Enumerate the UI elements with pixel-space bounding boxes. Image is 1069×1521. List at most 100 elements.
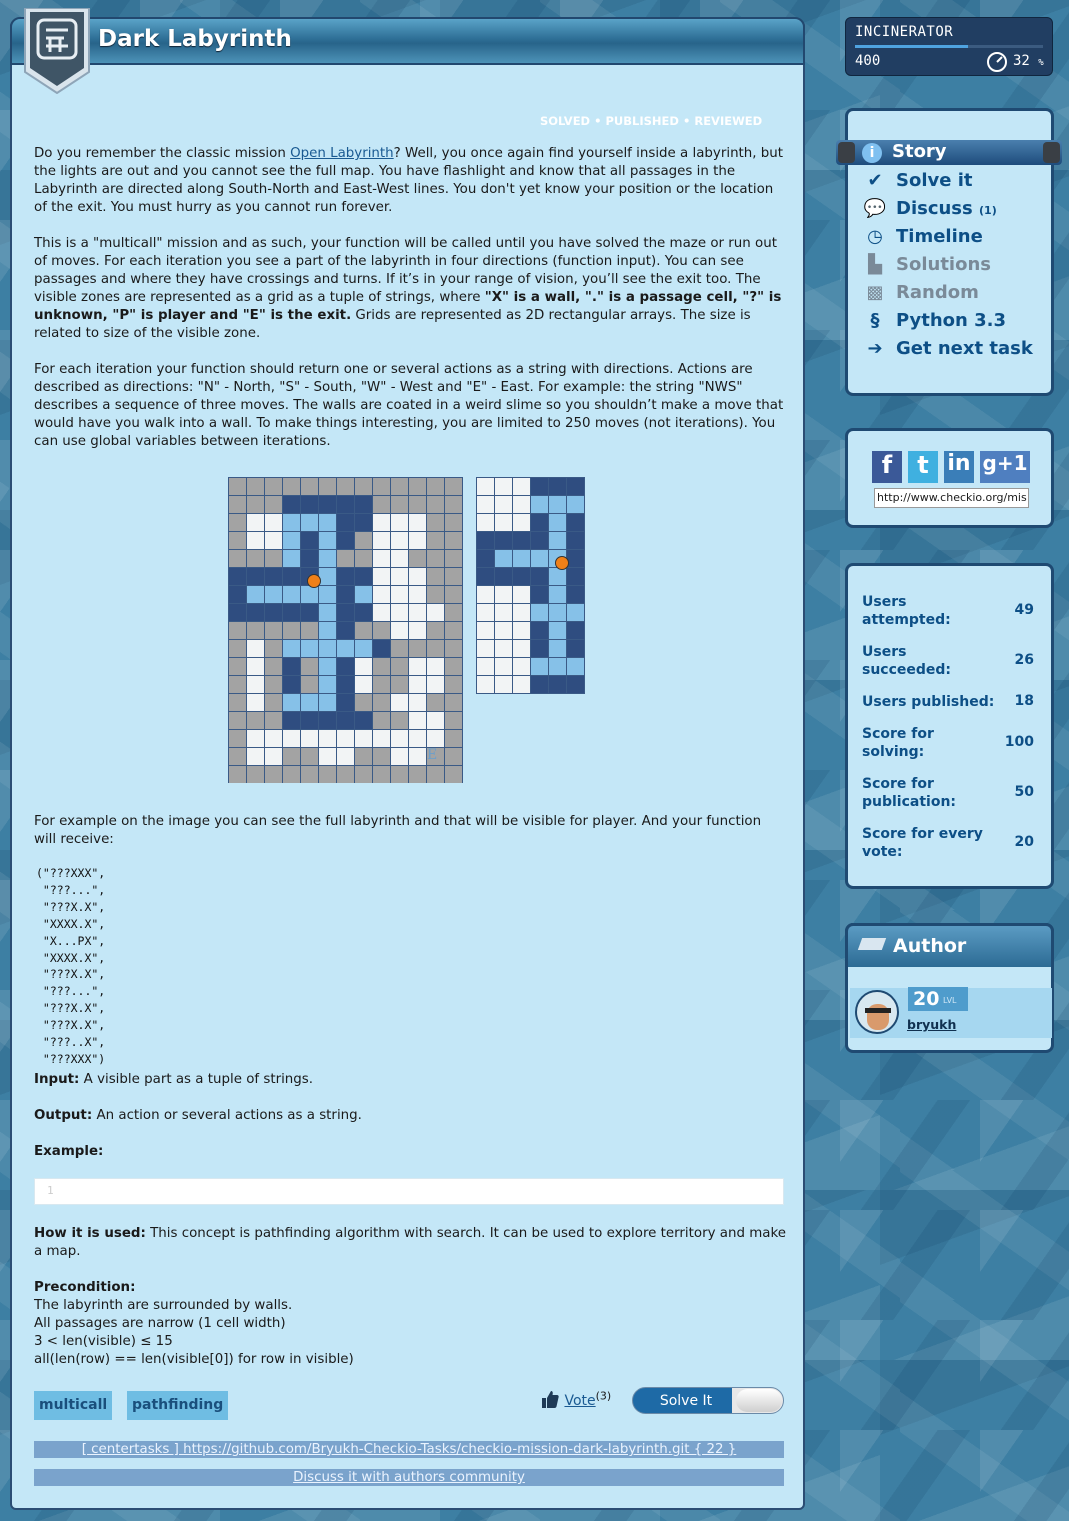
maze-cell bbox=[390, 603, 409, 622]
maze-cell bbox=[444, 657, 463, 676]
author-header: Author bbox=[845, 923, 1054, 967]
maze-cell bbox=[494, 621, 513, 640]
status-published: PUBLISHED bbox=[605, 114, 679, 128]
maze-cell bbox=[246, 675, 265, 694]
tag-multicall[interactable]: multicall bbox=[34, 1391, 113, 1420]
maze-cell bbox=[282, 729, 301, 748]
menu-item-solve-it[interactable]: ✔ Solve it bbox=[862, 170, 972, 191]
maze-cell bbox=[566, 531, 585, 550]
maze-cell bbox=[264, 603, 283, 622]
discuss-bar[interactable]: Discuss it with authors community bbox=[34, 1469, 784, 1486]
maze-cell bbox=[354, 513, 373, 532]
maze-cell bbox=[318, 621, 337, 640]
example-heading: Example: bbox=[34, 1144, 104, 1159]
maze-cell bbox=[372, 567, 391, 586]
maze-cell bbox=[408, 549, 427, 568]
repo-link-bar[interactable]: [ centertasks ] https://github.com/Bryuk… bbox=[34, 1441, 784, 1458]
menu-item-story[interactable]: i Story bbox=[862, 141, 947, 163]
maze-cell bbox=[300, 513, 319, 532]
maze-cell bbox=[282, 513, 301, 532]
maze-cell bbox=[336, 729, 355, 748]
maze-cell bbox=[530, 549, 549, 568]
menu-item-random[interactable]: ▩ Random bbox=[862, 282, 978, 303]
maze-cell bbox=[354, 639, 373, 658]
station-score: 400 bbox=[855, 53, 881, 69]
station-widget[interactable]: INCINERATOR 400 32 % bbox=[845, 17, 1053, 76]
maze-cell bbox=[426, 621, 445, 640]
output-spec: Output: An action or several actions as … bbox=[34, 1108, 362, 1123]
example-code-box[interactable]: 1 bbox=[34, 1178, 784, 1205]
maze-cell bbox=[494, 531, 513, 550]
share-url-input[interactable]: http://www.checkio.org/mis bbox=[874, 488, 1029, 508]
multicall-paragraph: This is a "multicall" mission and as suc… bbox=[34, 236, 782, 341]
maze-cell bbox=[390, 621, 409, 640]
menu-item-timeline[interactable]: ◷ Timeline bbox=[862, 226, 983, 247]
linkedin-icon[interactable]: in bbox=[944, 451, 974, 483]
maze-cell bbox=[476, 639, 495, 658]
author-card[interactable]: 20 LVL bryukh bbox=[850, 987, 1052, 1038]
maze-cell bbox=[566, 603, 585, 622]
maze-cell bbox=[372, 711, 391, 730]
maze-cell bbox=[282, 765, 301, 783]
maze-cell bbox=[354, 711, 373, 730]
maze-cell bbox=[336, 513, 355, 532]
maze-cell bbox=[318, 603, 337, 622]
menu-item-python[interactable]: § Python 3.3 bbox=[862, 310, 1007, 331]
maze-cell bbox=[282, 567, 301, 586]
maze-cell bbox=[390, 639, 409, 658]
maze-cell bbox=[390, 765, 409, 783]
open-labyrinth-link[interactable]: Open Labyrinth bbox=[290, 146, 394, 161]
maze-cell bbox=[336, 477, 355, 496]
maze-cell bbox=[264, 477, 283, 496]
maze-cell bbox=[444, 747, 463, 766]
maze-cell bbox=[566, 675, 585, 694]
google-plus-icon[interactable]: g+1 bbox=[980, 451, 1030, 483]
menu-item-next-task[interactable]: ➔ Get next task bbox=[862, 338, 1032, 359]
maze-cell bbox=[444, 603, 463, 622]
maze-cell bbox=[408, 495, 427, 514]
maze-cell bbox=[444, 639, 463, 658]
maze-cell bbox=[408, 747, 427, 766]
menu-item-solutions[interactable]: ▙ Solutions bbox=[862, 254, 991, 275]
maze-cell bbox=[566, 639, 585, 658]
maze-cell bbox=[444, 513, 463, 532]
maze-cell bbox=[372, 621, 391, 640]
maze-cell bbox=[354, 765, 373, 783]
tag-pathfinding[interactable]: pathfinding bbox=[127, 1391, 229, 1420]
maze-cell bbox=[566, 477, 585, 496]
exit-label: E bbox=[427, 747, 437, 763]
menu-item-discuss[interactable]: 💬 Discuss (1) bbox=[862, 198, 997, 219]
stat-label: Score for publication: bbox=[862, 776, 957, 810]
maze-cell bbox=[246, 549, 265, 568]
maze-cell bbox=[372, 765, 391, 783]
maze-cell bbox=[476, 477, 495, 496]
maze-cell bbox=[246, 477, 265, 496]
maze-cell bbox=[318, 477, 337, 496]
maze-cell bbox=[264, 747, 283, 766]
maze-cell bbox=[264, 567, 283, 586]
maze-cell bbox=[566, 495, 585, 514]
solve-it-button[interactable]: Solve It bbox=[632, 1387, 784, 1414]
maze-cell bbox=[282, 675, 301, 694]
maze-cell bbox=[548, 639, 567, 658]
maze-cell bbox=[530, 639, 549, 658]
author-name-link[interactable]: bryukh bbox=[907, 1017, 956, 1032]
maze-cell bbox=[408, 585, 427, 604]
vote-link[interactable]: Vote bbox=[564, 1393, 595, 1409]
maze-cell bbox=[300, 657, 319, 676]
maze-cell bbox=[426, 711, 445, 730]
maze-cell bbox=[372, 657, 391, 676]
stat-label: Score for solving: bbox=[862, 726, 934, 760]
maze-cell bbox=[264, 729, 283, 748]
maze-cell bbox=[372, 693, 391, 712]
maze-cell bbox=[264, 639, 283, 658]
maze-cell bbox=[336, 531, 355, 550]
maze-cell bbox=[444, 675, 463, 694]
maze-cell bbox=[476, 675, 495, 694]
maze-cell bbox=[444, 711, 463, 730]
maze-cell bbox=[318, 567, 337, 586]
maze-cell bbox=[336, 585, 355, 604]
player-marker bbox=[307, 574, 321, 588]
facebook-icon[interactable]: f bbox=[872, 451, 902, 483]
twitter-icon[interactable]: t bbox=[908, 451, 938, 483]
